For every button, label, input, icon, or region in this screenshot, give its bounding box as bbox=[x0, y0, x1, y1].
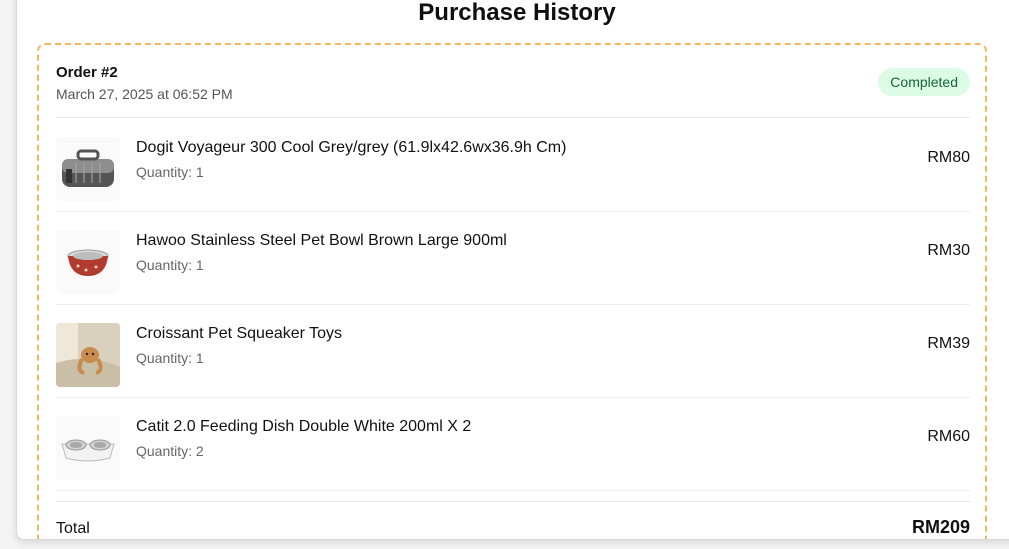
order-card: Order #2 March 27, 2025 at 06:52 PM Comp… bbox=[37, 43, 987, 539]
order-header: Order #2 March 27, 2025 at 06:52 PM Comp… bbox=[56, 64, 970, 118]
item-quantity: Quantity: 1 bbox=[136, 350, 204, 366]
squeaker-toy-image bbox=[56, 323, 120, 387]
order-id: Order #2 bbox=[56, 64, 118, 81]
item-price: RM80 bbox=[927, 149, 970, 166]
total-value: RM209 bbox=[911, 517, 970, 537]
item-quantity: Quantity: 1 bbox=[136, 164, 204, 180]
pet-bowl-image bbox=[56, 230, 120, 294]
item-name: Croissant Pet Squeaker Toys bbox=[136, 325, 343, 342]
page-title: Purchase History bbox=[418, 0, 616, 26]
item-name: Hawoo Stainless Steel Pet Bowl Brown Lar… bbox=[136, 232, 507, 249]
item-quantity: Quantity: 1 bbox=[136, 257, 204, 273]
pet-carrier-image bbox=[56, 137, 120, 201]
order-date: March 27, 2025 at 06:52 PM bbox=[56, 86, 233, 102]
item-name: Catit 2.0 Feeding Dish Double White 200m… bbox=[136, 418, 472, 435]
item-name: Dogit Voyageur 300 Cool Grey/grey (61.9l… bbox=[136, 139, 567, 156]
status-badge: Completed bbox=[878, 68, 970, 96]
item-price: RM39 bbox=[927, 335, 970, 352]
purchase-history-panel: Purchase History Order #2 March 27, 2025… bbox=[16, 0, 1009, 540]
item-price: RM30 bbox=[927, 242, 970, 259]
order-total-row: Total RM209 bbox=[56, 501, 970, 539]
item-price: RM60 bbox=[927, 428, 970, 445]
order-item: Hawoo Stainless Steel Pet Bowl Brown Lar… bbox=[56, 212, 970, 305]
order-item: Croissant Pet Squeaker Toys Quantity: 1 … bbox=[56, 305, 970, 398]
total-label: Total bbox=[56, 520, 90, 537]
order-item: Catit 2.0 Feeding Dish Double White 200m… bbox=[56, 398, 970, 491]
feeding-dish-image bbox=[56, 416, 120, 480]
order-item: Dogit Voyageur 300 Cool Grey/grey (61.9l… bbox=[56, 119, 970, 212]
item-quantity: Quantity: 2 bbox=[136, 443, 204, 459]
